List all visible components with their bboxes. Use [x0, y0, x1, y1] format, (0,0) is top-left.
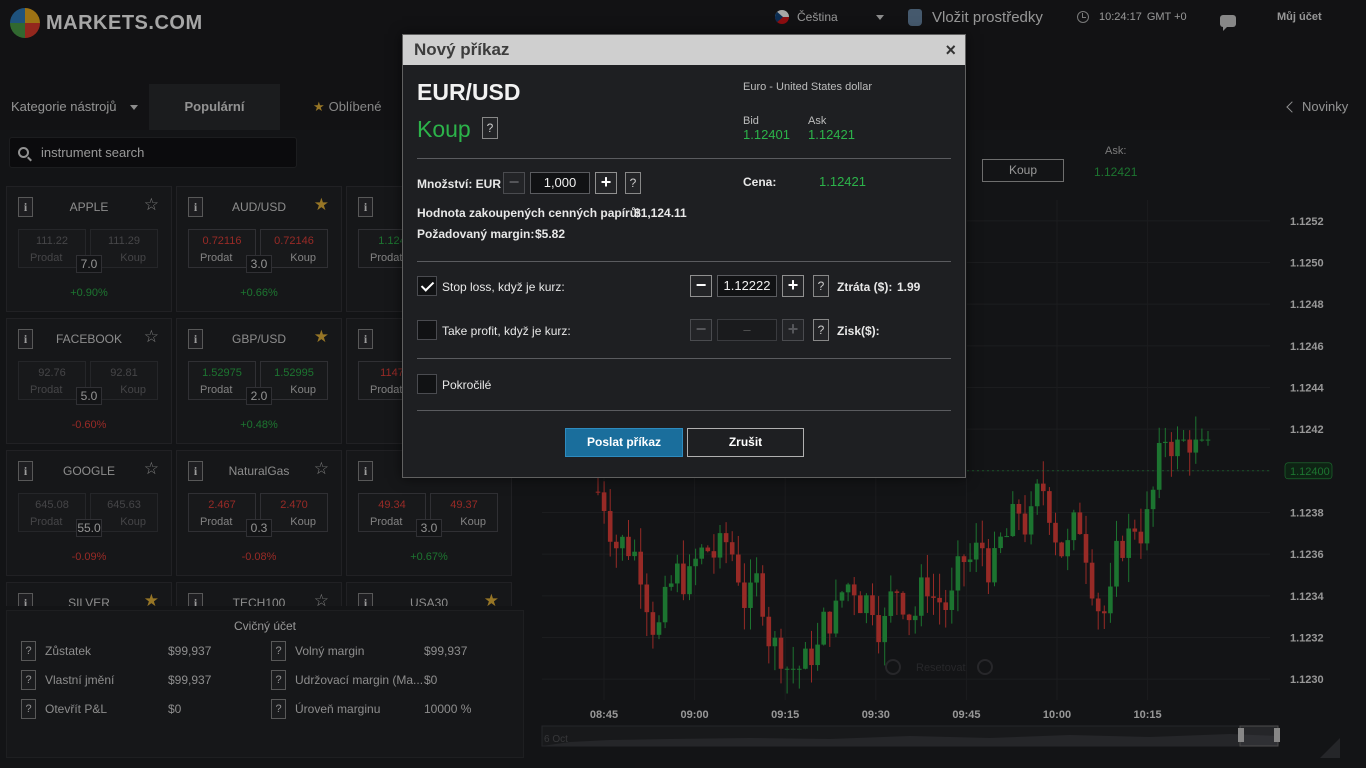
divider — [417, 158, 951, 159]
help-icon[interactable]: ? — [482, 117, 498, 139]
instrument-description: Euro - United States dollar — [743, 81, 873, 93]
take-profit-label: Take profit, když je kurz: — [442, 324, 571, 338]
profit-label: Zisk($): — [837, 324, 880, 338]
help-icon[interactable]: ? — [625, 172, 641, 194]
divider — [417, 261, 951, 262]
help-icon[interactable]: ? — [813, 319, 829, 341]
securities-value-label: Hodnota zakoupených cenných papírů: — [417, 206, 642, 220]
loss-value: 1.99 — [897, 280, 921, 294]
dialog-title: Nový příkaz — [414, 40, 510, 59]
stop-loss-increment-button[interactable]: + — [782, 275, 804, 297]
securities-value: $1,124.11 — [634, 206, 687, 220]
quantity-increment-button[interactable]: + — [595, 172, 617, 194]
ask-label: Ask — [808, 115, 827, 127]
send-order-button[interactable]: Poslat příkaz — [565, 428, 683, 457]
close-icon[interactable]: × — [945, 40, 956, 60]
ask-value: 1.12421 — [808, 127, 855, 142]
cancel-button[interactable]: Zrušit — [687, 428, 804, 457]
instrument-symbol: EUR/USD — [417, 79, 521, 105]
take-profit-decrement-button[interactable]: − — [690, 319, 712, 341]
quantity-label: Množství: EUR — [417, 177, 501, 191]
divider — [417, 410, 951, 411]
stop-loss-field[interactable]: 1.12222 — [717, 275, 777, 297]
price-value: 1.12421 — [819, 174, 866, 189]
advanced-label: Pokročilé — [442, 378, 492, 392]
take-profit-checkbox[interactable] — [417, 320, 437, 340]
quantity-field[interactable]: 1,000 — [530, 172, 590, 194]
dialog-header: Nový příkaz × — [403, 35, 965, 65]
required-margin-value: $5.82 — [535, 227, 566, 241]
stop-loss-checkbox[interactable] — [417, 276, 437, 296]
divider — [417, 358, 951, 359]
take-profit-increment-button[interactable]: + — [782, 319, 804, 341]
required-margin-label: Požadovaný margin: — [417, 227, 535, 241]
bid-label: Bid — [743, 115, 759, 127]
bid-value: 1.12401 — [743, 127, 790, 142]
quantity-decrement-button[interactable]: − — [503, 172, 525, 194]
order-side: Koup — [417, 116, 471, 142]
price-label: Cena: — [743, 175, 777, 189]
new-order-dialog: Nový příkaz × EUR/USD Euro - United Stat… — [402, 34, 966, 478]
loss-label: Ztráta ($): — [837, 280, 893, 294]
advanced-checkbox[interactable] — [417, 374, 437, 394]
stop-loss-decrement-button[interactable]: − — [690, 275, 712, 297]
stop-loss-label: Stop loss, když je kurz: — [442, 280, 565, 294]
help-icon[interactable]: ? — [813, 275, 829, 297]
take-profit-field[interactable]: – — [717, 319, 777, 341]
